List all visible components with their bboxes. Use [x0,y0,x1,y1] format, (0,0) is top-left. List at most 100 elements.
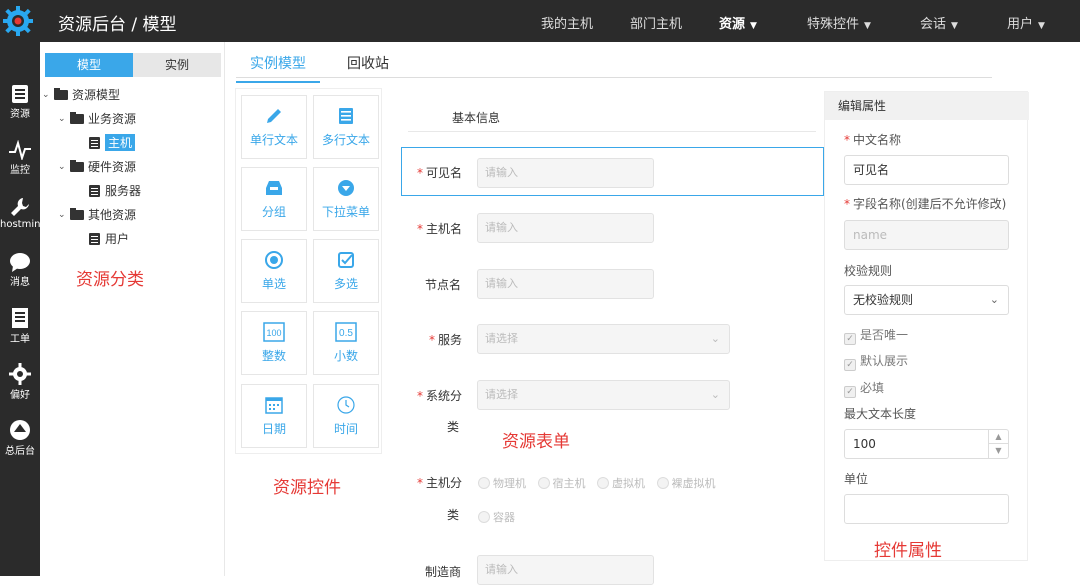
logo-gear-icon[interactable] [2,5,34,37]
sidebar-item-resources[interactable]: 资源 [0,84,40,120]
tree-label: 主机 [105,134,136,151]
cn-name-label: * 中文名称 [844,133,902,147]
control-checkbox[interactable]: 多选 [313,239,379,303]
tree-leaf-server[interactable]: 服务器 [89,182,141,199]
tab-instance-model[interactable]: 实例模型 [236,53,320,83]
tree-leaf-user[interactable]: 用户 [89,230,129,247]
expand-icon[interactable]: ⌄ [42,90,54,100]
sidebar-item-preferences[interactable]: 偏好 [0,363,40,401]
control-time[interactable]: 时间 [313,384,379,448]
manufacturer-input[interactable]: 请输入 [477,555,654,585]
unit-input[interactable] [844,494,1009,524]
calendar-icon [265,397,283,414]
required-checkbox[interactable]: ✓ 必填 [844,379,884,398]
tree-group-hardware[interactable]: ⌄ 硬件资源 [58,158,136,175]
max-length-label: 最大文本长度 [844,407,917,421]
hostname-input[interactable]: 请输入 [477,213,654,243]
nav-dept-hosts[interactable]: 部门主机 [630,13,682,32]
radio-label: 宿主机 [552,477,586,490]
nav-label: 用户 [1007,17,1034,32]
field-label-text: 主机分 [426,476,463,490]
radio-option[interactable]: 物理机 [478,477,534,490]
upload-icon [10,420,30,440]
tree-label: 业务资源 [88,112,137,126]
stepper-value: 100 [853,437,876,451]
gear-icon [9,363,31,385]
unit-label: 单位 [844,472,869,486]
control-label: 下拉菜单 [321,205,370,219]
nav-session[interactable]: 会话 ▼ [920,13,958,32]
chevron-down-icon: ⌄ [710,388,720,401]
nav-resources[interactable]: 资源 ▼ [719,13,757,32]
sidebar-item-tickets[interactable]: 工单 [0,307,40,345]
chevron-down-icon: ▼ [750,21,757,31]
visible-name-input[interactable]: 请输入 [477,158,654,188]
select-placeholder: 请选择 [485,332,518,345]
checkbox-icon: ✓ [844,386,856,398]
control-multi-line-text[interactable]: 多行文本 [313,95,379,159]
tab-instances[interactable]: 实例 [133,53,221,77]
sidebar-item-messages[interactable]: 消息 [0,252,40,288]
tree-leaf-host[interactable]: 主机 [89,134,136,151]
field-name-label: * 字段名称(创建后不允许修改) [844,197,1007,211]
control-dropdown[interactable]: 下拉菜单 [313,167,379,231]
tree-group-business[interactable]: ⌄ 业务资源 [58,110,136,127]
integer-icon: 100 [263,322,285,342]
nav-user[interactable]: 用户 ▼ [1007,13,1045,32]
tree-group-other[interactable]: ⌄ 其他资源 [58,206,136,223]
control-group[interactable]: 分组 [241,167,307,231]
expand-icon[interactable]: ⌄ [58,210,70,220]
radio-option[interactable]: 虚拟机 [597,477,653,490]
radio-label: 虚拟机 [612,477,645,490]
tree-label: 服务器 [105,184,142,198]
nav-my-hosts[interactable]: 我的主机 [541,13,593,32]
control-label: 多行文本 [321,133,370,147]
folder-icon [70,207,84,220]
max-length-stepper[interactable]: 100 ▲ ▼ [844,429,1009,459]
field-label-visible-name: * 可见名 [417,166,463,180]
chat-icon [10,253,30,272]
default-display-checkbox[interactable]: ✓ 默认展示 [844,352,908,371]
control-label: 整数 [261,349,286,363]
chevron-down-icon: ⌄ [989,293,999,306]
expand-icon[interactable]: ⌄ [58,162,70,172]
cn-name-input[interactable]: 可见名 [844,155,1009,185]
field-label-node-name: 节点名 [425,276,461,293]
field-label-manufacturer: 制造商 [425,563,461,580]
control-label: 多选 [333,277,358,291]
tab-recycle-bin[interactable]: 回收站 [347,53,389,73]
control-integer[interactable]: 100 整数 [241,311,307,375]
control-radio[interactable]: 单选 [241,239,307,303]
unique-checkbox[interactable]: ✓ 是否唯一 [844,326,908,345]
radio-option[interactable]: 宿主机 [537,477,594,490]
sidebar-item-admin[interactable]: 总后台 [0,419,40,457]
label-text: 字段名称(创建后不允许修改) [853,197,1007,211]
control-label: 小数 [333,349,358,363]
increment-icon[interactable]: ▲ [989,430,1008,444]
nav-special-controls[interactable]: 特殊控件 ▼ [807,13,871,32]
control-date[interactable]: 日期 [241,384,307,448]
validation-rule-select[interactable]: 无校验规则 ⌄ [844,285,1009,315]
radio-option[interactable]: 裸虚拟机 [656,477,716,490]
control-single-line-text[interactable]: 单行文本 [241,95,307,159]
decrement-icon[interactable]: ▼ [989,444,1008,458]
control-label: 单行文本 [249,133,298,147]
expand-icon[interactable]: ⌄ [58,114,70,124]
control-label: 日期 [261,422,286,436]
sidebar-item-hostmin[interactable]: hostmin [0,196,40,230]
validation-rule-label: 校验规则 [844,264,893,278]
radio-option[interactable]: 容器 [478,511,515,524]
node-name-input[interactable]: 请输入 [477,269,654,299]
svg-text:0.5: 0.5 [339,328,353,339]
control-decimal[interactable]: 0.5 小数 [313,311,379,375]
checkbox-label: 必填 [860,381,885,395]
annotation-props: 控件属性 [874,541,942,561]
sidebar-item-monitor[interactable]: 监控 [0,140,40,176]
os-category-select[interactable]: 请选择 ⌄ [477,380,730,410]
tab-models[interactable]: 模型 [45,53,133,77]
field-name-input[interactable]: name [844,220,1009,250]
host-category-radio-group-row2: 容器 [478,509,515,525]
sidebar-item-label: hostmin [0,219,41,230]
service-select[interactable]: 请选择 ⌄ [477,324,730,354]
tree-root[interactable]: ⌄ 资源模型 [42,86,120,103]
